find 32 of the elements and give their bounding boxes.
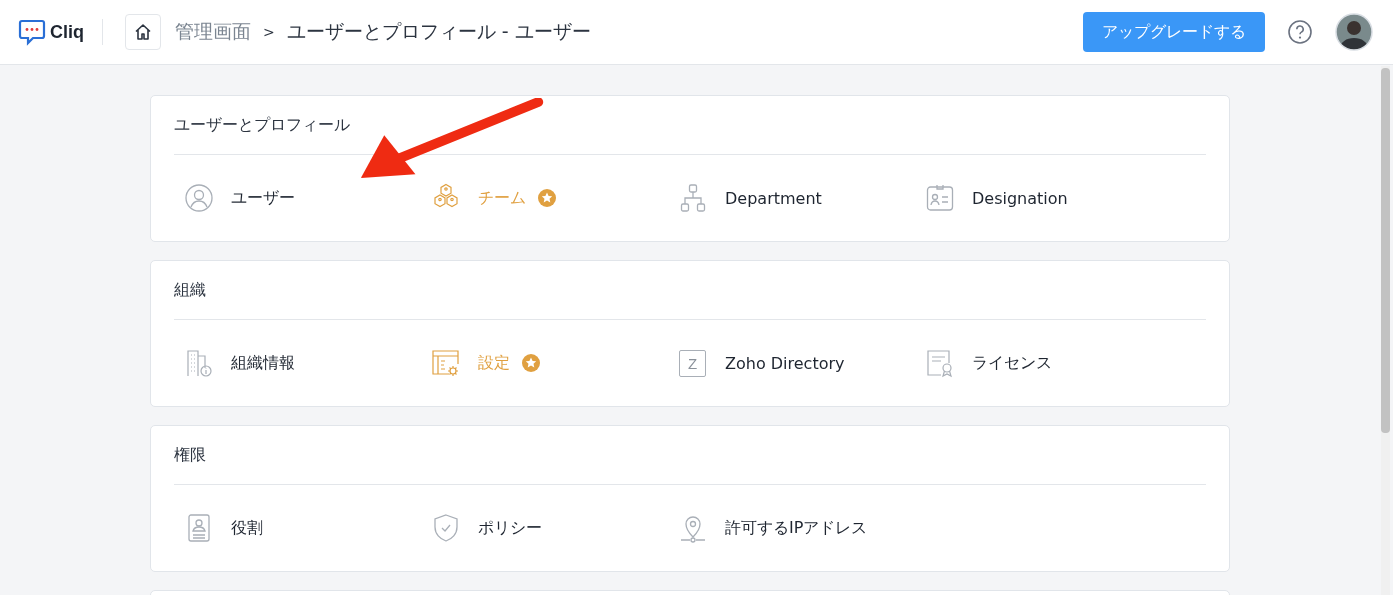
setting-link[interactable]: ポリシー <box>478 517 542 539</box>
breadcrumb-separator: > <box>263 24 275 40</box>
scrollbar[interactable] <box>1381 66 1390 595</box>
chat-bubble-icon <box>18 18 46 46</box>
setting-link[interactable]: Designation <box>972 188 1068 208</box>
setting-link[interactable]: Zoho Directory <box>725 353 845 373</box>
breadcrumb-link[interactable]: 管理画面 <box>175 19 251 45</box>
help-icon[interactable] <box>1287 19 1313 45</box>
building-icon[interactable] <box>184 348 214 378</box>
id-card-icon[interactable] <box>925 183 955 213</box>
section-title: ユーザーとプロフィール <box>174 113 350 136</box>
user-icon[interactable] <box>184 183 214 213</box>
star-badge-icon <box>538 189 556 207</box>
setting-link[interactable]: Department <box>725 188 822 208</box>
section-title: 組織 <box>174 278 206 301</box>
section-title: 権限 <box>174 443 206 466</box>
app-name[interactable]: Cliq <box>50 21 84 43</box>
setting-link[interactable]: ライセンス <box>972 352 1052 374</box>
location-pin-icon[interactable] <box>678 513 708 543</box>
home-button[interactable] <box>125 14 161 50</box>
shield-icon[interactable] <box>431 513 461 543</box>
setting-link[interactable]: 役割 <box>231 517 263 539</box>
panel-gear-icon[interactable] <box>431 348 461 378</box>
setting-link[interactable]: 許可するIPアドレス <box>725 517 868 539</box>
setting-link[interactable]: 組織情報 <box>231 352 295 374</box>
certificate-icon[interactable] <box>925 348 955 378</box>
breadcrumb-current: ユーザーとプロフィール - ユーザー <box>286 19 591 44</box>
setting-link[interactable]: ユーザー <box>231 187 295 209</box>
home-icon <box>133 22 153 42</box>
avatar-icon[interactable] <box>1335 13 1373 51</box>
star-badge-icon <box>522 354 540 372</box>
org-chart-icon[interactable] <box>678 183 708 213</box>
